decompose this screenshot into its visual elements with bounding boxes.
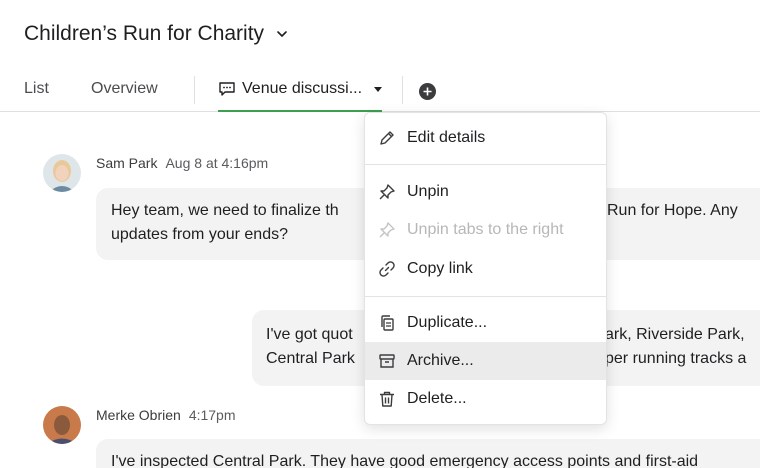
duplicate-icon — [378, 314, 396, 332]
menu-item-label: Unpin — [407, 183, 449, 200]
message-text: I've got quot — [266, 326, 353, 343]
tab-overview[interactable]: Overview — [91, 69, 158, 109]
author-name[interactable]: Sam Park — [96, 155, 157, 171]
menu-item-label: Unpin tabs to the right — [407, 221, 564, 238]
timestamp: Aug 8 at 4:16pm — [165, 155, 269, 171]
message-icon — [219, 82, 235, 96]
menu-item-unpin-tabs-right: Unpin tabs to the right — [365, 211, 606, 249]
menu-item-label: Delete... — [407, 390, 467, 407]
menu-item-label: Duplicate... — [407, 314, 488, 331]
link-icon — [378, 260, 396, 278]
author-name[interactable]: Merke Obrien — [96, 407, 181, 423]
menu-item-unpin[interactable]: Unpin — [365, 173, 606, 211]
avatar[interactable] — [43, 154, 81, 192]
menu-item-label: Copy link — [407, 260, 473, 277]
menu-item-delete[interactable]: Delete... — [365, 380, 606, 418]
message-text: updates from your ends? — [111, 226, 288, 243]
tab-overview-label: Overview — [91, 80, 158, 97]
active-tab-indicator — [218, 110, 383, 112]
message-meta: Merke Obrien 4:17pm — [96, 407, 236, 423]
tab-list-label: List — [24, 80, 49, 97]
menu-item-label: Archive... — [407, 352, 474, 369]
menu-item-edit-details[interactable]: Edit details — [365, 119, 606, 157]
tab-bar: List Overview Venue discussi... — [0, 70, 760, 112]
tab-venue-discussion[interactable]: Venue discussi... — [218, 69, 383, 112]
add-tab-button[interactable] — [419, 83, 436, 100]
pin-icon — [378, 221, 396, 239]
caret-down-icon[interactable] — [374, 86, 383, 92]
message-text: Central Park — [266, 350, 355, 367]
menu-item-archive[interactable]: Archive... — [365, 342, 606, 380]
plus-icon — [423, 87, 432, 96]
avatar[interactable] — [43, 406, 81, 444]
chevron-down-icon[interactable] — [276, 28, 288, 40]
message-text: Hey team, we need to finalize th — [111, 202, 339, 219]
pin-icon — [378, 183, 396, 201]
archive-icon — [378, 352, 396, 370]
message-bubble: I've inspected Central Park. They have g… — [96, 439, 760, 468]
tab-divider — [194, 76, 195, 104]
menu-item-copy-link[interactable]: Copy link — [365, 250, 606, 288]
tab-context-menu: Edit details Unpin Unpin tabs to the rig… — [364, 112, 607, 425]
tab-list[interactable]: List — [24, 69, 49, 109]
message-text: ark, Riverside Park, — [605, 326, 745, 343]
message-text: per running tracks a — [605, 350, 747, 367]
trash-icon — [378, 390, 396, 408]
menu-item-label: Edit details — [407, 129, 486, 146]
message-text: I've inspected Central Park. They have g… — [111, 453, 699, 468]
project-title-text: Children’s Run for Charity — [24, 22, 265, 45]
message-meta: Sam Park Aug 8 at 4:16pm — [96, 155, 268, 171]
tab-venue-label: Venue discussi... — [242, 80, 363, 97]
pencil-icon — [378, 129, 396, 147]
menu-divider — [365, 164, 606, 165]
project-title[interactable]: Children’s Run for Charity — [24, 22, 288, 46]
timestamp: 4:17pm — [188, 407, 236, 423]
menu-item-duplicate[interactable]: Duplicate... — [365, 304, 606, 342]
menu-divider — [365, 296, 606, 297]
tab-divider — [402, 76, 403, 104]
message-text: Run for Hope. Any — [607, 202, 738, 219]
